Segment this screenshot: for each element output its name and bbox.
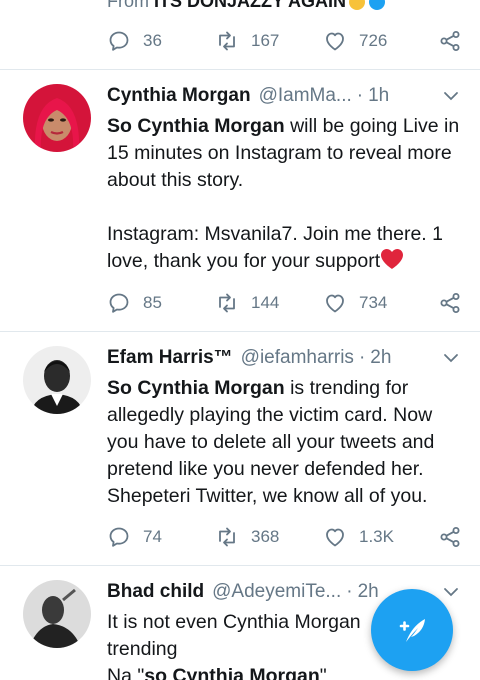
- reply-button[interactable]: 74: [107, 524, 162, 550]
- retweet-count: 167: [251, 31, 280, 50]
- share-icon: [440, 293, 460, 313]
- retweet-button[interactable]: 368: [215, 524, 279, 550]
- share-icon: [440, 31, 460, 51]
- tweet-text-line: ": [319, 665, 327, 680]
- avatar-image: [23, 84, 91, 152]
- like-button[interactable]: 726: [323, 28, 387, 54]
- like-button[interactable]: 1.3K: [323, 524, 394, 550]
- tweet-header: Efam Harris™ @iefamharris · 2h: [107, 345, 460, 371]
- trending-phrase: so Cynthia Morgan: [144, 665, 320, 680]
- like-count: 726: [359, 31, 388, 50]
- reply-count: 36: [143, 31, 162, 50]
- timestamp: 2h: [357, 581, 379, 602]
- trending-phrase: So Cynthia Morgan: [107, 377, 285, 399]
- chevron-down-icon[interactable]: [442, 583, 460, 601]
- heart-icon: [326, 32, 344, 51]
- retweet-icon: [219, 31, 235, 51]
- author-name[interactable]: Bhad child: [107, 581, 204, 603]
- like-count: 1.3K: [359, 527, 394, 546]
- wink-emoji-icon: [349, 0, 366, 11]
- avatar[interactable]: [23, 580, 91, 648]
- retweet-icon: [219, 293, 235, 313]
- avatar[interactable]: [23, 346, 91, 414]
- separator-dot: ·: [356, 85, 364, 106]
- share-button[interactable]: [438, 28, 462, 54]
- reply-icon: [109, 31, 129, 51]
- heart-icon: [326, 528, 344, 547]
- tweet-header: Cynthia Morgan @IamMa... · 1h: [107, 83, 460, 109]
- retweet-button[interactable]: 144: [215, 290, 279, 316]
- tweet-text: So Cynthia Morgan will be going Live in …: [107, 113, 466, 275]
- quote-source-name[interactable]: ITS DONJAZZY AGAIN: [154, 0, 346, 11]
- timestamp: 1h: [368, 85, 390, 106]
- compose-feather-icon: [399, 619, 425, 642]
- previous-tweet: From ITS DONJAZZY AGAIN 36 167 726: [0, 0, 480, 70]
- separator-dot: ·: [358, 347, 366, 368]
- reply-count: 85: [143, 293, 162, 312]
- quoted-source: From ITS DONJAZZY AGAIN: [107, 0, 386, 12]
- heart-icon: [326, 294, 344, 313]
- share-icon: [440, 527, 460, 547]
- verified-badge-icon: [369, 0, 386, 11]
- red-heart-emoji-icon: [381, 249, 404, 269]
- author-handle[interactable]: @IamMa...: [259, 85, 352, 107]
- separator-dot: ·: [346, 581, 353, 602]
- tweet-actions: 36 167 726: [107, 28, 462, 54]
- retweet-button[interactable]: 167: [215, 28, 279, 54]
- reply-button[interactable]: 85: [107, 290, 162, 316]
- chevron-down-icon[interactable]: [442, 349, 460, 367]
- tweet-text-line: Na ": [107, 665, 145, 680]
- quote-prefix: From: [107, 0, 149, 11]
- like-button[interactable]: 734: [323, 290, 387, 316]
- retweet-count: 368: [251, 527, 280, 546]
- retweet-icon: [219, 527, 235, 547]
- reply-button[interactable]: 36: [107, 28, 162, 54]
- tweet-actions: 85 144 734: [107, 290, 462, 316]
- like-count: 734: [359, 293, 388, 312]
- chevron-down-icon[interactable]: [442, 87, 460, 105]
- timestamp: 2h: [370, 347, 392, 368]
- share-button[interactable]: [438, 524, 462, 550]
- compose-tweet-button[interactable]: [371, 589, 453, 671]
- avatar-image: [23, 580, 91, 648]
- avatar-image: [23, 346, 91, 414]
- share-button[interactable]: [438, 290, 462, 316]
- tweet-text: So Cynthia Morgan is trending for allege…: [107, 375, 466, 510]
- retweet-count: 144: [251, 293, 280, 312]
- author-name[interactable]: Efam Harris™: [107, 347, 233, 369]
- tweet[interactable]: Efam Harris™ @iefamharris · 2h So Cynthi…: [0, 332, 480, 566]
- avatar[interactable]: [23, 84, 91, 152]
- reply-count: 74: [143, 527, 162, 546]
- author-handle[interactable]: @AdeyemiTe...: [212, 581, 341, 603]
- trending-phrase: So Cynthia Morgan: [107, 115, 285, 137]
- author-handle[interactable]: @iefamharris: [241, 347, 354, 369]
- tweet[interactable]: Cynthia Morgan @IamMa... · 1h So Cynthia…: [0, 70, 480, 332]
- tweet-actions: 74 368 1.3K: [107, 524, 462, 550]
- reply-icon: [109, 293, 129, 313]
- reply-icon: [109, 527, 129, 547]
- author-name[interactable]: Cynthia Morgan: [107, 85, 251, 107]
